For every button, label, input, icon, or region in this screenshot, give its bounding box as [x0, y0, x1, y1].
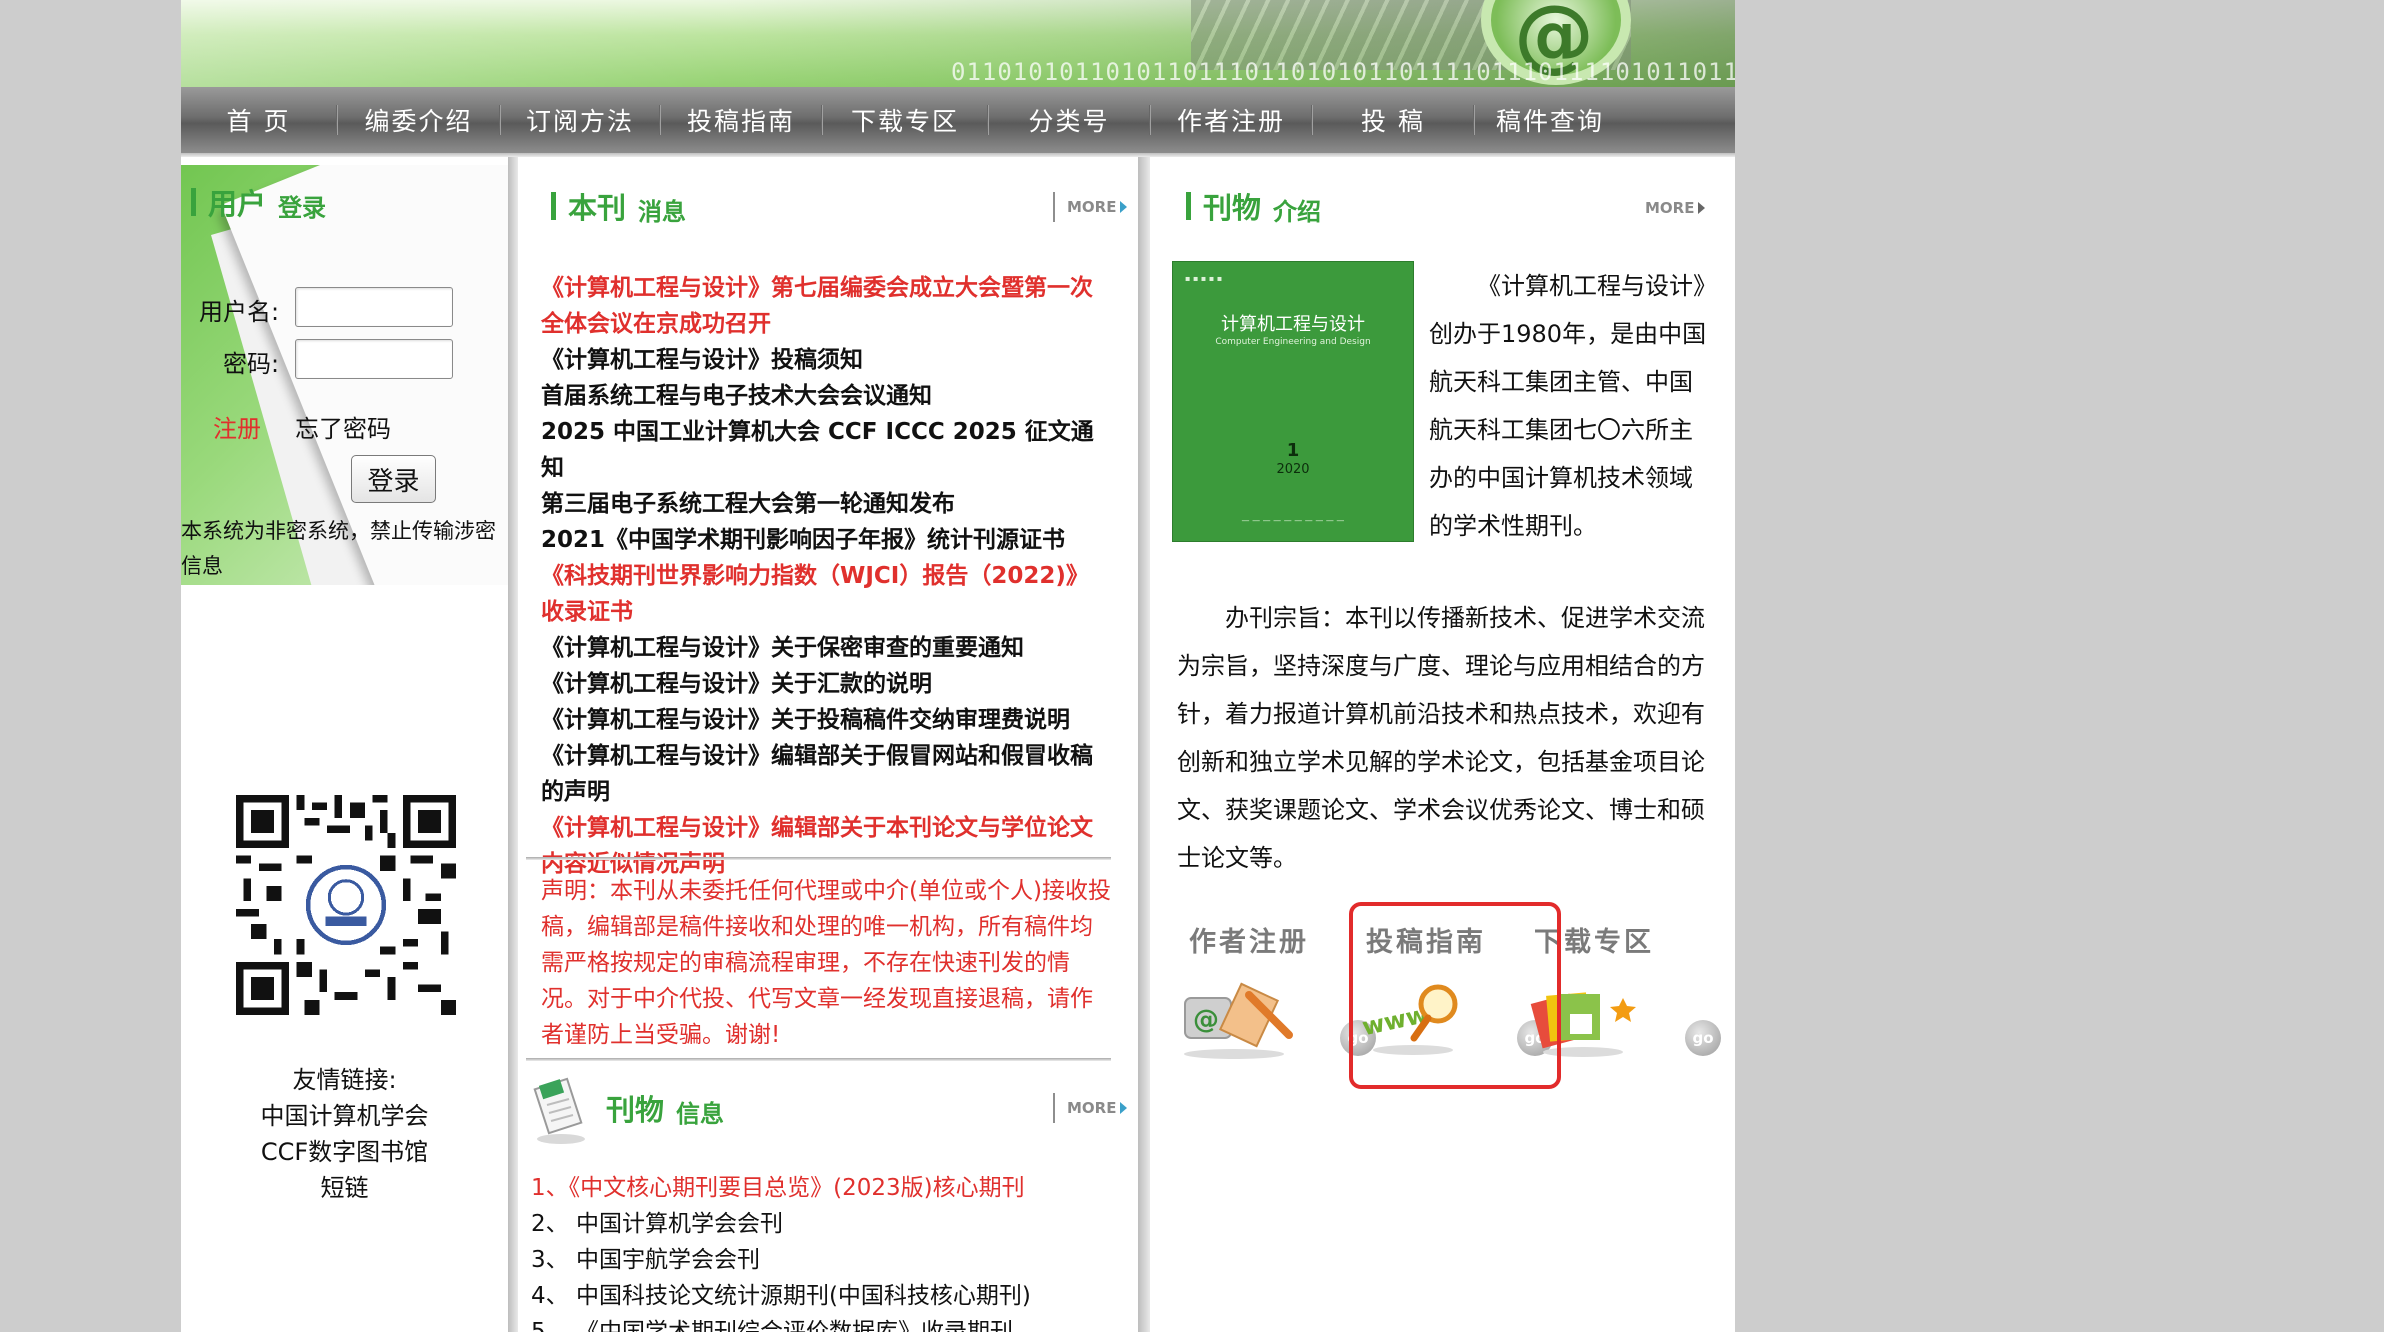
news-item[interactable]: 《计算机工程与设计》关于保密审查的重要通知 [541, 630, 1111, 666]
qr-code [228, 787, 464, 1023]
password-label: 密码: [223, 350, 280, 378]
nav-editorial-board[interactable]: 编委介绍 [338, 102, 499, 138]
news-item[interactable]: 《计算机工程与设计》编辑部关于假冒网站和假冒收稿的声明 [541, 738, 1111, 810]
journal-info-list: 1、《中文核心期刊要目总览》(2023版)核心期刊 2、 中国计算机学会会刊 3… [531, 1170, 1131, 1332]
password-input[interactable] [295, 339, 453, 379]
login-button[interactable]: 登录 [351, 455, 436, 503]
list-item[interactable]: 3、 中国宇航学会会刊 [531, 1242, 1131, 1278]
go-icon: go [1685, 1020, 1721, 1056]
nav-classification[interactable]: 分类号 [989, 102, 1149, 138]
cover-title: 计算机工程与设计 [1221, 314, 1365, 335]
security-note: 本系统为非密系统，禁止传输涉密信息 [181, 519, 496, 578]
cover-subtitle: Computer Engineering and Design [1215, 337, 1371, 347]
friend-link-ccf-library[interactable]: CCF数字图书馆 [181, 1132, 508, 1167]
list-item[interactable]: 2、 中国计算机学会会刊 [531, 1206, 1131, 1242]
journal-intro-text: 《计算机工程与设计》创办于1980年，是由中国航天科工集团主管、中国航天科工集团… [1429, 272, 1707, 540]
news-item[interactable]: 首届系统工程与电子技术大会会议通知 [541, 378, 1111, 414]
news-item[interactable]: 《计算机工程与设计》编辑部关于本刊论文与学位论文内容近似情况声明 [541, 810, 1111, 882]
journal-info-more-button[interactable]: MORE [1053, 1093, 1128, 1123]
divider [526, 1058, 1111, 1061]
username-label: 用户名: [199, 298, 280, 326]
nav-home[interactable]: 首 页 [181, 102, 336, 138]
news-item[interactable]: 《计算机工程与设计》投稿须知 [541, 342, 1111, 378]
arrow-right-icon [1120, 201, 1128, 213]
news-item[interactable]: 2021《中国学术期刊影响因子年报》统计刊源证书 [541, 522, 1111, 558]
news-item[interactable]: 《计算机工程与设计》关于投稿稿件交纳审理费说明 [541, 702, 1111, 738]
main-nav: 首 页 编委介绍 订阅方法 投稿指南 下载专区 分类号 作者注册 投 稿 稿件查… [181, 87, 1735, 153]
intro-more-button[interactable]: MORE [1645, 199, 1706, 217]
svg-text:@: @ [1193, 1005, 1219, 1035]
journal-info-title: 刊物 信息 [606, 1093, 725, 1128]
qr-code-image [236, 795, 456, 1015]
journal-cover-image[interactable]: ▪ ▪ ▪ ▪ ▪ 计算机工程与设计 Computer Engineering … [1172, 261, 1414, 542]
friend-link-short[interactable]: 短链 [181, 1168, 508, 1203]
username-input[interactable] [295, 287, 453, 327]
author-register-icon: @ [1184, 982, 1293, 1059]
binary-digits: 0110101011010110111011010101101111011101… [951, 58, 1735, 86]
arrow-right-icon [1120, 1102, 1128, 1114]
nav-submission-guide[interactable]: 投稿指南 [661, 102, 821, 138]
news-item[interactable]: 《科技期刊世界影响力指数（WJCI）报告（2022)》收录证书 [541, 558, 1111, 630]
news-item[interactable]: 《计算机工程与设计》第七届编委会成立大会暨第一次全体会议在京成功召开 [541, 270, 1111, 342]
friend-links-title: 友情链接: [292, 1066, 397, 1094]
document-icon [533, 1077, 585, 1144]
arrow-right-icon [1698, 202, 1706, 214]
news-item[interactable]: 2025 中国工业计算机大会 CCF ICCC 2025 征文通知 [541, 414, 1111, 486]
list-item[interactable]: 1、《中文核心期刊要目总览》(2023版)核心期刊 [531, 1170, 1131, 1206]
list-item[interactable]: 5、 《中国学术期刊综合评价数据库》收录期刊 [531, 1314, 1131, 1332]
nav-submit[interactable]: 投 稿 [1313, 102, 1473, 138]
forgot-password-link[interactable]: 忘了密码 [295, 409, 391, 444]
nav-manuscript-query[interactable]: 稿件查询 [1475, 102, 1625, 138]
column-divider [508, 157, 518, 1332]
journal-purpose-text: 办刊宗旨：本刊以传播新技术、促进学术交流为宗旨，坚持深度与广度、理论与应用相结合… [1177, 604, 1705, 872]
column-divider [1138, 157, 1150, 1332]
login-title: 用户 登录 [191, 181, 326, 223]
fraud-statement: 声明：本刊从未委托任何代理或中介(单位或个人)接收投稿，编辑部是稿件接收和处理的… [541, 878, 1111, 1048]
news-list: 《计算机工程与设计》第七届编委会成立大会暨第一次全体会议在京成功召开 《计算机工… [541, 270, 1111, 882]
news-title: 本刊 消息 [551, 185, 686, 227]
highlight-box [1349, 902, 1561, 1089]
list-item[interactable]: 4、 中国科技论文统计源期刊(中国科技核心期刊) [531, 1278, 1131, 1314]
nav-shadow [181, 153, 1735, 157]
intro-title: 刊物 介绍 [1186, 185, 1321, 227]
news-more-button[interactable]: MORE [1053, 192, 1128, 222]
nav-subscription[interactable]: 订阅方法 [501, 102, 659, 138]
header-banner: @ 01101010110101101110110101011011110111… [181, 0, 1735, 87]
nav-author-register[interactable]: 作者注册 [1151, 102, 1311, 138]
cover-year: 2020 [1276, 462, 1310, 477]
news-item[interactable]: 第三届电子系统工程大会第一轮通知发布 [541, 486, 1111, 522]
news-item[interactable]: 《计算机工程与设计》关于汇款的说明 [541, 666, 1111, 702]
cover-issue: 1 [1286, 440, 1300, 461]
nav-downloads[interactable]: 下载专区 [823, 102, 987, 138]
page: @ 01101010110101101110110101011011110111… [181, 0, 1735, 1332]
register-link[interactable]: 注册 [213, 409, 261, 444]
divider [526, 857, 1111, 860]
friend-link-ccf[interactable]: 中国计算机学会 [181, 1096, 508, 1131]
